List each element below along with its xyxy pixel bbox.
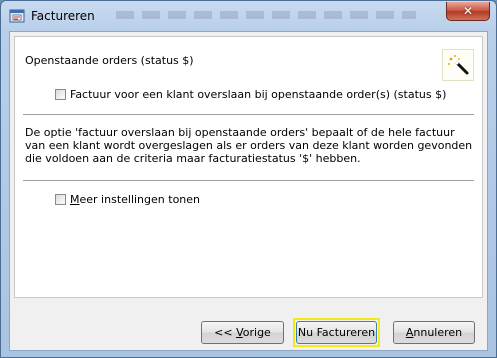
settings-panel: Openstaande orders (status $) Factuur vo… (14, 36, 483, 298)
skip-invoice-option[interactable]: Factuur voor een klant overslaan bij ope… (55, 88, 446, 101)
application-window-icon (9, 9, 25, 23)
back-button[interactable]: << Vorige (201, 321, 284, 344)
more-settings-label[interactable]: Meer instellingen tonen (70, 193, 200, 206)
skip-invoice-checkbox[interactable] (55, 89, 66, 100)
skip-invoice-label[interactable]: Factuur voor een klant overslaan bij ope… (70, 88, 446, 101)
divider-bottom (23, 180, 474, 181)
close-button[interactable] (446, 2, 490, 21)
dialog-client-area: Openstaande orders (status $) Factuur vo… (9, 31, 488, 351)
cancel-button[interactable]: Annuleren (393, 321, 475, 344)
option-description: De optie 'factuur overslaan bij openstaa… (25, 126, 473, 165)
divider-top (23, 114, 474, 115)
invoice-now-button[interactable]: Nu Factureren (296, 321, 377, 344)
dialog-window: Factureren Openstaande orders (status $)… (0, 0, 497, 358)
magic-wand-icon (442, 49, 474, 81)
title-bar[interactable]: Factureren (1, 1, 496, 31)
more-settings-option[interactable]: Meer instellingen tonen (55, 193, 200, 206)
blurred-background-text (116, 11, 416, 19)
section-title: Openstaande orders (status $) (25, 54, 194, 67)
window-title: Factureren (31, 9, 95, 23)
more-settings-checkbox[interactable] (55, 194, 66, 205)
